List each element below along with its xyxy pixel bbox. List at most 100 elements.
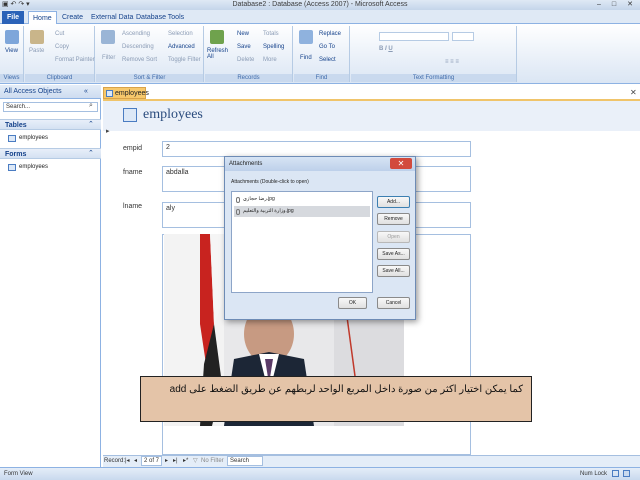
ok-button[interactable]: OK [338, 297, 367, 309]
nav-item-table-employees[interactable]: employees [8, 133, 48, 143]
records-group: Refresh All New Save Delete Totals Spell… [205, 26, 293, 82]
totals-button[interactable]: Totals [263, 31, 279, 37]
tab-database-tools[interactable]: Database Tools [132, 11, 188, 24]
clipboard-group: Paste Cut Copy Format Painter Clipboard [25, 26, 95, 82]
nav-pane-collapse-icon[interactable]: « [84, 88, 88, 95]
selection-button[interactable]: Selection [168, 31, 193, 37]
clipboard-group-label: Clipboard [25, 74, 94, 82]
new-record-nav-button[interactable]: ▸* [183, 456, 188, 467]
record-search-input[interactable]: Search [227, 456, 263, 466]
tab-create[interactable]: Create [58, 11, 87, 24]
last-record-button[interactable]: ▸| [173, 456, 178, 467]
record-navigation-bar: Record: |◂ ◂ 2 of 7 ▸ ▸| ▸* ▽ No Filter … [103, 455, 640, 467]
font-size-combo[interactable] [452, 32, 474, 41]
filter-button[interactable]: Filter [102, 55, 115, 61]
list-item[interactable]: وزارة التربية والتعليم.jpg [234, 206, 370, 217]
binoculars-icon [299, 30, 313, 44]
cut-button[interactable]: Cut [55, 31, 64, 37]
sort-filter-group: Filter Ascending Descending Remove Sort … [96, 26, 204, 82]
window-title: Database2 : Database (Access 2007) - Mic… [232, 1, 408, 8]
find-group-label: Find [294, 74, 349, 82]
open-button[interactable]: Open [377, 231, 410, 243]
tab-external-data[interactable]: External Data [87, 11, 137, 24]
search-icon[interactable]: ⌕ [89, 102, 93, 110]
bold-button[interactable]: B I U [379, 46, 393, 52]
delete-record-button[interactable]: Delete [237, 57, 254, 63]
status-num-lock: Num Lock [580, 471, 608, 477]
close-window-button[interactable]: ✕ [623, 0, 637, 9]
maximize-button[interactable]: □ [607, 0, 621, 9]
ascending-button[interactable]: Ascending [122, 31, 150, 37]
nav-section-tables[interactable]: Tables [0, 119, 101, 130]
tab-file[interactable]: File [2, 11, 24, 24]
paste-button[interactable]: Paste [29, 48, 44, 54]
field-label-empid: empid [123, 145, 143, 152]
ribbon-tabs: File Home Create External Data Database … [0, 10, 640, 24]
goto-button[interactable]: Go To [319, 44, 335, 50]
tab-home[interactable]: Home [28, 11, 57, 24]
table-icon [8, 135, 16, 142]
empid-field[interactable]: 2 [162, 141, 471, 157]
list-item[interactable]: رضا حجازي.jpg [234, 194, 370, 205]
attachment-filename: وزارة التربية والتعليم.jpg [243, 208, 294, 214]
select-button[interactable]: Select [319, 57, 336, 63]
close-document-icon[interactable]: ✕ [630, 88, 637, 97]
chevron-up-icon[interactable]: ⌃ [88, 120, 94, 128]
view-icon [5, 30, 19, 44]
save-all-button[interactable]: Save All... [377, 265, 410, 277]
paperclip-icon [236, 209, 240, 215]
advanced-button[interactable]: Advanced [168, 44, 195, 50]
descending-button[interactable]: Descending [122, 44, 154, 50]
refresh-all-button[interactable]: Refresh All [207, 48, 229, 60]
status-view: Form View [4, 471, 33, 477]
form-view-icon[interactable] [612, 470, 619, 477]
minimize-button[interactable]: – [592, 0, 606, 9]
form-icon [123, 108, 137, 122]
ribbon: View Views Paste Cut Copy Format Painter… [0, 24, 640, 84]
current-record-field[interactable]: 2 of 7 [141, 456, 163, 466]
refresh-icon [210, 30, 224, 44]
add-button[interactable]: Add... [377, 196, 410, 208]
new-record-button[interactable]: New [237, 31, 249, 37]
save-record-button[interactable]: Save [237, 44, 251, 50]
remove-button[interactable]: Remove [377, 213, 410, 225]
nav-item-form-employees[interactable]: employees [8, 162, 48, 172]
find-button[interactable]: Find [300, 55, 312, 61]
field-label-fname: fname [123, 169, 143, 176]
toggle-filter-button[interactable]: Toggle Filter [168, 57, 201, 63]
font-name-combo[interactable] [379, 32, 449, 41]
copy-button[interactable]: Copy [55, 44, 69, 50]
attachments-list[interactable]: رضا حجازي.jpg وزارة التربية والتعليم.jpg [231, 191, 373, 293]
dialog-close-button[interactable]: ✕ [390, 158, 412, 169]
filter-status[interactable]: No Filter [201, 456, 224, 467]
save-as-button[interactable]: Save As... [377, 248, 410, 260]
filter-icon [101, 30, 115, 44]
form-title: employees [143, 107, 203, 122]
views-group: View Views [0, 26, 24, 82]
nav-item-label: employees [19, 135, 49, 141]
chevron-up-icon[interactable]: ⌃ [88, 149, 94, 157]
align-buttons[interactable]: ≡ ≡ ≡ [445, 59, 459, 65]
previous-record-button[interactable]: ◂ [134, 456, 137, 467]
nav-search-input[interactable]: Search... [3, 102, 98, 112]
form-icon [106, 90, 113, 97]
document-tab-label: employees [115, 90, 149, 97]
spelling-button[interactable]: Spelling [263, 44, 284, 50]
form-header: employees [103, 101, 640, 131]
callout-text: كما يمكن اختيار اكثر من صورة داخل المربع… [169, 384, 523, 395]
format-painter-button[interactable]: Format Painter [55, 57, 95, 63]
replace-button[interactable]: Replace [319, 31, 341, 37]
record-selector[interactable]: ▸ [106, 127, 110, 135]
layout-view-icon[interactable] [623, 470, 630, 477]
nav-section-forms[interactable]: Forms [0, 148, 101, 159]
document-tab-employees[interactable]: employees [103, 87, 149, 99]
cancel-button[interactable]: Cancel [377, 297, 410, 309]
first-record-button[interactable]: |◂ [125, 456, 130, 467]
next-record-button[interactable]: ▸ [165, 456, 168, 467]
annotation-callout: كما يمكن اختيار اكثر من صورة داخل المربع… [140, 376, 532, 422]
text-formatting-group: B I U ≡ ≡ ≡ Text Formatting [351, 26, 517, 82]
text-formatting-group-label: Text Formatting [351, 74, 516, 82]
view-button[interactable]: View [5, 48, 18, 54]
remove-sort-button[interactable]: Remove Sort [122, 57, 157, 63]
more-button[interactable]: More [263, 57, 277, 63]
